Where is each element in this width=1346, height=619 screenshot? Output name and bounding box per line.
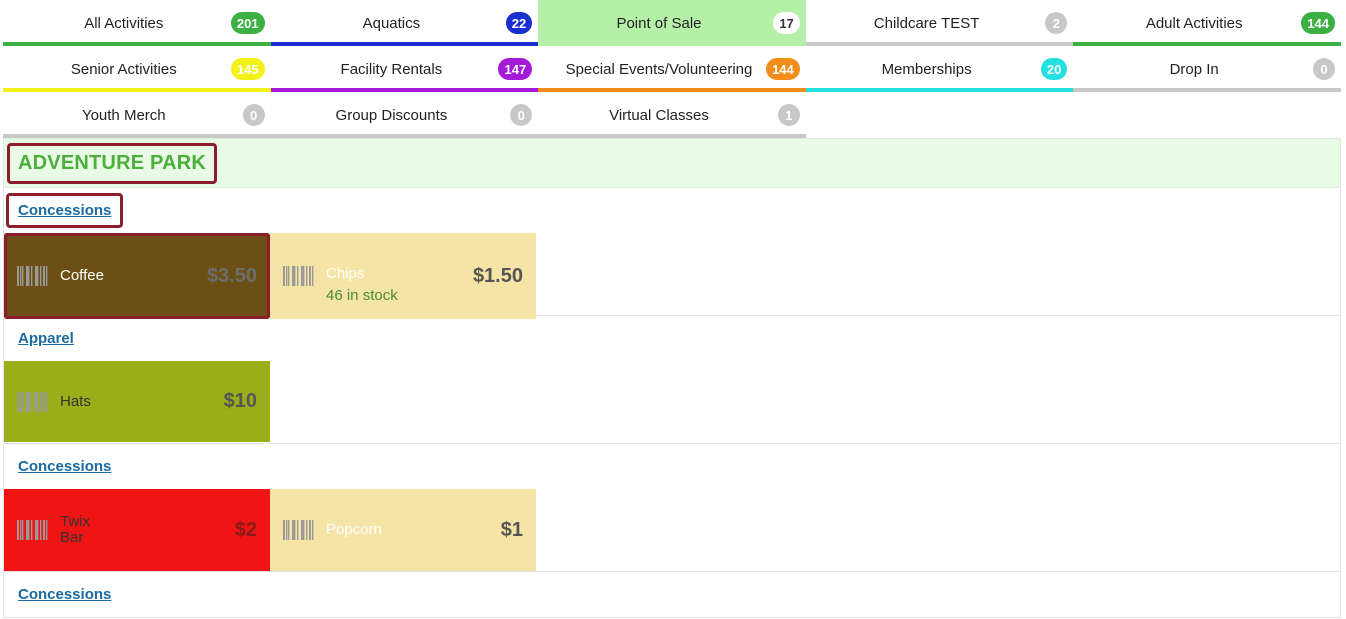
barcode-icon [283,520,315,540]
product-price: $1 [500,518,523,541]
barcode-icon [17,391,49,412]
tab-all-activities[interactable]: All Activities 201 [3,0,271,46]
section-link-concessions[interactable]: Concessions [6,193,124,228]
tab-facility-rentals[interactable]: Facility Rentals 147 [270,46,539,92]
tab-row: Youth Merch 0 Group Discounts 0 Virtual Clas… [3,92,1341,138]
product-section: Concessions Twix Bar $2 Popcorn $1 [3,444,1341,572]
tab-count-badge: 145 [230,58,265,80]
tab-underline [1073,88,1341,92]
tab-row: All Activities 201 Aquatics 22 Point of Sale… [3,0,1341,46]
tab-special-events-volunteering[interactable]: Special Events/Volunteering 144 [538,46,806,92]
tab-point-of-sale[interactable]: Point of Sale 17 [538,0,806,46]
tab-count-badge: 147 [498,58,533,80]
section-link-apparel[interactable]: Apparel [6,321,86,356]
section-link-concessions[interactable]: Concessions [6,449,123,484]
product-section: Concessions Coffee $3.50 Chips $1.50 46 in st… [3,188,1341,319]
park-header: ADVENTURE PARK [3,138,1341,188]
tab-count-badge: 144 [766,58,800,80]
tab-row: Senior Activities 145 Facility Rentals 147 S… [3,46,1341,92]
tab-count-badge: 1 [777,104,800,126]
tab-youth-merch[interactable]: Youth Merch 0 [3,92,271,138]
tab-count-badge: 0 [1312,58,1335,80]
tab-drop-in[interactable]: Drop In 0 [1073,46,1341,92]
tab-count-badge: 144 [1301,12,1335,34]
tab-count-badge: 0 [510,104,533,126]
barcode-icon [17,266,49,286]
category-tabs: All Activities 201 Aquatics 22 Point of Sale… [3,0,1341,138]
product-tile-coffee[interactable]: Coffee $3.50 [4,233,270,319]
product-name: Chips [326,265,365,282]
tab-label: Memberships [881,60,972,78]
section-link-concessions[interactable]: Concessions [6,577,123,612]
tab-label: Point of Sale [616,14,702,32]
product-tile-chips[interactable]: Chips $1.50 46 in stock [270,233,536,319]
tab-adult-activities[interactable]: Adult Activities 144 [1073,0,1341,46]
tab-memberships[interactable]: Memberships 20 [805,46,1074,92]
product-price: $10 [223,390,257,412]
product-tile-hats[interactable]: Hats $10 [4,361,270,442]
product-name: Coffee [60,267,104,284]
tab-label: Group Discounts [335,106,448,124]
tab-childcare-test[interactable]: Childcare TEST 2 [805,0,1074,46]
tab-label: Childcare TEST [873,14,980,32]
barcode-icon [17,520,49,540]
tab-underline [805,88,1074,92]
tab-label: All Activities [84,14,164,32]
tab-label: Youth Merch [81,106,166,124]
product-price: $3.50 [206,264,257,287]
barcode-icon [283,266,315,286]
tab-count-badge: 17 [773,12,800,34]
tab-label: Senior Activities [70,60,177,78]
tab-label: Virtual Classes [609,106,709,124]
tab-virtual-classes[interactable]: Virtual Classes 1 [538,92,806,138]
tab-label: Special Events/Volunteering [565,60,753,78]
product-tile-twix-bar[interactable]: Twix Bar $2 [4,489,270,571]
product-grid: Twix Bar $2 Popcorn $1 [4,489,1340,571]
section-header: Concessions [4,572,1340,617]
tab-aquatics[interactable]: Aquatics 22 [270,0,539,46]
tab-senior-activities[interactable]: Senior Activities 145 [3,46,271,92]
product-section: Apparel Hats $10 [3,316,1341,444]
tab-label: Facility Rentals [340,60,443,78]
product-price: $1.50 [472,264,523,287]
park-title: ADVENTURE PARK [7,142,217,184]
tab-label: Aquatics [362,14,421,32]
tab-label: Adult Activities [1145,14,1243,32]
product-price: $2 [234,518,257,541]
product-name: Hats [60,392,91,410]
tab-label: Drop In [1169,60,1219,78]
tab-count-badge: 201 [230,12,265,34]
tab-count-badge: 22 [505,12,533,34]
section-header: Concessions [4,444,1340,489]
tab-count-badge: 2 [1045,12,1068,34]
product-grid: Hats $10 [4,361,1340,442]
product-grid: Coffee $3.50 Chips $1.50 46 in stock [4,233,1340,319]
tab-group-discounts[interactable]: Group Discounts 0 [270,92,539,138]
product-stock: 46 in stock [326,287,398,304]
pos-content: ADVENTURE PARK Concessions Coffee $3.50 Chi… [3,138,1341,619]
product-section: Concessions [3,572,1341,618]
product-sections: Concessions Coffee $3.50 Chips $1.50 46 in st… [3,188,1341,618]
product-name: Twix Bar [60,513,90,546]
section-header: Apparel [4,316,1340,361]
tab-count-badge: 20 [1040,58,1068,80]
product-tile-popcorn[interactable]: Popcorn $1 [270,489,536,571]
tab-count-badge: 0 [242,104,265,126]
product-name: Popcorn [326,521,382,538]
section-header: Concessions [4,188,1340,233]
